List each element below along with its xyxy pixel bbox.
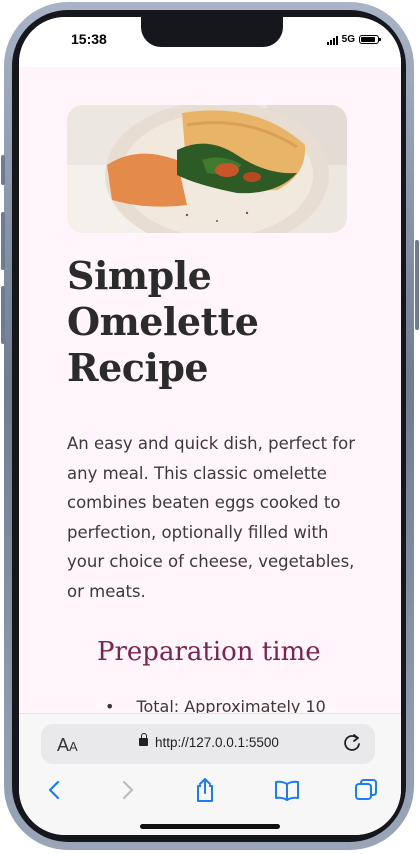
page-title: Simple Omelette Recipe — [67, 253, 259, 390]
share-button[interactable] — [192, 776, 218, 804]
home-indicator[interactable] — [140, 824, 280, 829]
back-button[interactable] — [41, 776, 67, 804]
status-time: 15:38 — [71, 31, 107, 47]
section-title-preparation: Preparation time — [97, 637, 321, 667]
forward-icon — [122, 780, 134, 800]
browser-toolbar — [19, 772, 401, 812]
power-button — [415, 240, 419, 330]
url-text[interactable]: http://127.0.0.1:5500 — [155, 735, 279, 750]
status-bar: 15:38 5G — [19, 17, 401, 67]
tabs-button[interactable] — [353, 776, 379, 804]
bookmarks-icon — [275, 780, 299, 801]
tabs-icon — [355, 779, 377, 800]
omelette-photo-icon — [67, 105, 347, 233]
volume-down-button — [1, 286, 5, 344]
notch — [141, 17, 283, 47]
battery-icon — [359, 35, 381, 44]
back-icon — [48, 780, 60, 800]
reload-icon[interactable] — [341, 732, 363, 754]
browser-bar: AA http://127.0.0.1:5500 — [19, 713, 401, 835]
signal-icon — [326, 35, 338, 45]
network-type: 5G — [341, 34, 355, 45]
screen: 15:38 5G Simple Omelette Recipe An easy … — [19, 17, 401, 835]
share-icon — [197, 778, 213, 802]
recipe-description: An easy and quick dish, perfect for any … — [67, 434, 355, 601]
forward-button[interactable] — [115, 776, 141, 804]
lock-icon — [139, 733, 148, 746]
address-bar[interactable]: AA http://127.0.0.1:5500 — [41, 724, 375, 764]
web-page[interactable]: Simple Omelette Recipe An easy and quick… — [19, 67, 401, 717]
bookmarks-button[interactable] — [272, 776, 302, 804]
reader-settings-button[interactable]: AA — [57, 735, 78, 756]
battery-level — [361, 37, 375, 42]
volume-up-button — [1, 212, 5, 270]
status-indicators: 5G — [326, 34, 381, 45]
silent-switch — [1, 155, 5, 185]
hero-image — [67, 105, 347, 233]
